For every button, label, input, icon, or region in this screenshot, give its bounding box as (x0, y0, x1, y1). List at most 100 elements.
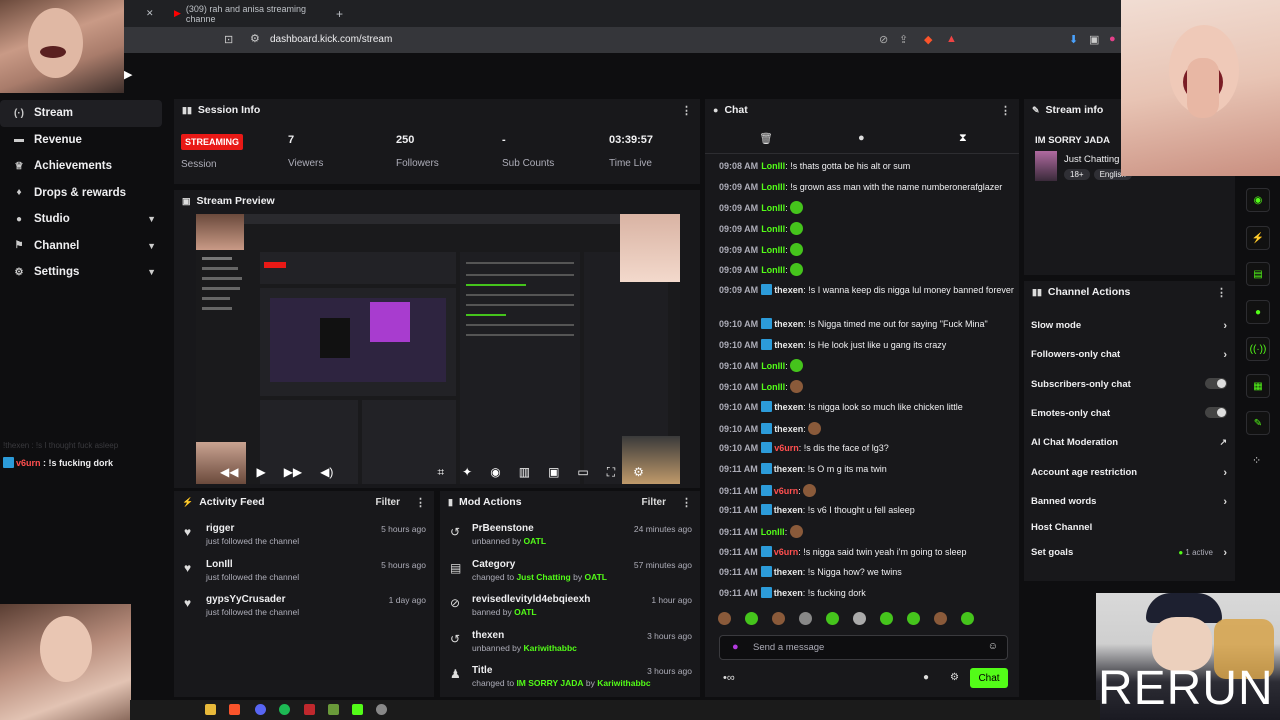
emote-icon[interactable] (934, 612, 947, 625)
rail-button-dashboard[interactable]: ▦ (1246, 374, 1270, 398)
toggle-switch[interactable] (1205, 407, 1227, 418)
chat-username[interactable]: v6urn (774, 486, 799, 496)
hourglass-icon[interactable]: ⧗ (959, 132, 967, 145)
profile-icon[interactable]: ● (1109, 33, 1116, 45)
emote-icon[interactable] (826, 612, 839, 625)
extension-icon[interactable]: ▣ (1089, 33, 1099, 46)
theater-icon[interactable]: ▭ (577, 465, 588, 479)
emoji-icon[interactable]: ☺ (988, 641, 998, 652)
sidebar-item-achievements[interactable]: ♕ Achievements (0, 153, 168, 180)
notepad-icon[interactable] (328, 704, 339, 715)
channel-action-subscribers-only-chat[interactable]: Subscribers-only chat (1031, 378, 1227, 390)
spotify-icon[interactable] (279, 704, 290, 715)
chat-settings-icon[interactable]: ⚙ (950, 672, 959, 683)
emote-icon[interactable] (772, 612, 785, 625)
chat-username[interactable]: thexen (774, 402, 803, 412)
chat-username[interactable]: thexen (774, 464, 803, 474)
share-icon[interactable]: ⇪ (899, 33, 908, 46)
chat-username[interactable]: thexen (774, 505, 803, 515)
channel-action-ai-chat-moderation[interactable]: AI Chat Moderation ↗ (1031, 437, 1227, 448)
emote-icon[interactable] (718, 612, 731, 625)
url-field[interactable]: dashboard.kick.com/stream (270, 34, 392, 45)
mute-icon[interactable]: ⊘ (879, 33, 888, 46)
rewind-icon[interactable]: ◀◀ (220, 465, 238, 479)
chat-username[interactable]: thexen (774, 340, 803, 350)
stream-preview-video[interactable]: ◀◀ ▶ ▶▶ ◀) ⌗ ✦ ◉ ▥ ▣ ▭ ⛶ ⚙ (196, 214, 680, 484)
tab-close-icon[interactable]: ✕ (146, 0, 154, 27)
chat-username[interactable]: LonIll (761, 527, 785, 537)
emote-icon[interactable] (853, 612, 866, 625)
bookmark-icon[interactable]: ⊡ (224, 33, 233, 46)
sidebar-item-drops-rewards[interactable]: ♦ Drops & rewards (0, 180, 168, 207)
send-chat-button[interactable]: Chat (970, 668, 1008, 688)
moderator-name[interactable]: OATL (514, 607, 537, 617)
play-icon[interactable]: ▶ (256, 465, 265, 479)
follower-name[interactable]: LonIll (206, 559, 233, 570)
chat-username[interactable]: LonIll (761, 203, 785, 213)
download-icon[interactable]: ⬇ (1069, 33, 1078, 46)
more-options-icon[interactable]: ⋮ (1216, 286, 1227, 299)
brave-shield-icon[interactable]: ◆ (924, 33, 932, 46)
chat-username[interactable]: LonIll (761, 361, 785, 371)
volume-icon[interactable]: ◀) (320, 465, 333, 479)
emote-icon[interactable] (745, 612, 758, 625)
more-options-icon[interactable]: ⋮ (681, 496, 692, 509)
emote-icon[interactable] (880, 612, 893, 625)
moderator-name[interactable]: OATL (584, 572, 607, 582)
discord-icon[interactable] (255, 704, 266, 715)
chat-username[interactable]: thexen (774, 285, 803, 295)
chat-bubble-icon[interactable]: ● (923, 672, 929, 683)
microphone-icon[interactable]: ● (732, 641, 739, 653)
sidebar-item-channel[interactable]: ⚑ Channel ▼ (0, 233, 168, 260)
rewards-icon[interactable]: ▲ (946, 33, 957, 45)
channel-action-emotes-only-chat[interactable]: Emotes-only chat (1031, 407, 1227, 419)
brave-icon[interactable] (229, 704, 240, 715)
rail-button-wrench[interactable]: ✎ (1246, 411, 1270, 435)
clip-icon[interactable]: ▥ (519, 465, 530, 479)
moderator-name[interactable]: Kariwithabbc (597, 678, 650, 688)
follower-name[interactable]: rigger (206, 523, 234, 534)
emote-icon[interactable] (961, 612, 974, 625)
moderator-name[interactable]: Kariwithabbc (524, 643, 577, 653)
channel-action-host-channel[interactable]: Host Channel (1031, 522, 1227, 533)
kick-icon[interactable] (352, 704, 363, 715)
chat-input[interactable]: ● Send a message ☺ (719, 635, 1008, 660)
obs-icon[interactable] (376, 704, 387, 715)
more-options-icon[interactable]: ⋮ (1000, 104, 1011, 117)
chat-username[interactable]: LonIll (761, 224, 785, 234)
more-options-icon[interactable]: ⋮ (415, 496, 426, 509)
fullscreen-icon[interactable]: ⛶ (607, 465, 615, 480)
settings-icon[interactable]: ⚙ (633, 465, 644, 479)
rail-button-bolt[interactable]: ⚡ (1246, 226, 1270, 250)
chat-username[interactable]: v6urn (774, 443, 799, 453)
rail-button-screen[interactable]: ◉ (1246, 188, 1270, 212)
sidebar-item-stream[interactable]: (·) Stream (0, 100, 162, 127)
chat-username[interactable]: thexen (774, 319, 803, 329)
sidebar-item-settings[interactable]: ⚙ Settings ▼ (0, 259, 168, 286)
sidebar-item-revenue[interactable]: ▬ Revenue (0, 127, 168, 154)
rail-button-broadcast[interactable]: ((·)) (1246, 337, 1270, 361)
chat-username[interactable]: LonIll (761, 265, 785, 275)
chat-username[interactable]: LonIll (761, 182, 785, 192)
channel-action-banned-words[interactable]: Banned words › (1031, 496, 1227, 508)
app-icon[interactable] (304, 704, 315, 715)
fast-forward-icon[interactable]: ▶▶ (284, 465, 302, 479)
sparkle-icon[interactable]: ✦ (462, 465, 472, 479)
follower-name[interactable]: gypsYyCrusader (206, 594, 285, 605)
rail-dots-icon[interactable]: ⁘ (1252, 454, 1261, 467)
emote-icon[interactable] (907, 612, 920, 625)
chat-username[interactable]: v6urn (774, 547, 799, 557)
pip-icon[interactable]: ▣ (548, 465, 559, 479)
rail-button-doc[interactable]: ▤ (1246, 262, 1270, 286)
camera-icon[interactable]: ◉ (490, 465, 500, 479)
channel-action-set-goals[interactable]: Set goals › ● 1 active (1031, 547, 1227, 559)
channel-action-followers-only-chat[interactable]: Followers-only chat › (1031, 349, 1227, 361)
chat-username[interactable]: LonIll (761, 161, 785, 171)
filter-button[interactable]: Filter (642, 497, 666, 508)
channel-action-account-age-restriction[interactable]: Account age restriction › (1031, 467, 1227, 479)
browser-tab[interactable]: ▶ (309) rah and anisa streaming channe (174, 0, 324, 27)
toggle-switch[interactable] (1205, 378, 1227, 389)
chat-username[interactable]: thexen (774, 588, 803, 598)
new-tab-button[interactable]: + (336, 0, 343, 27)
file-explorer-icon[interactable] (205, 704, 216, 715)
